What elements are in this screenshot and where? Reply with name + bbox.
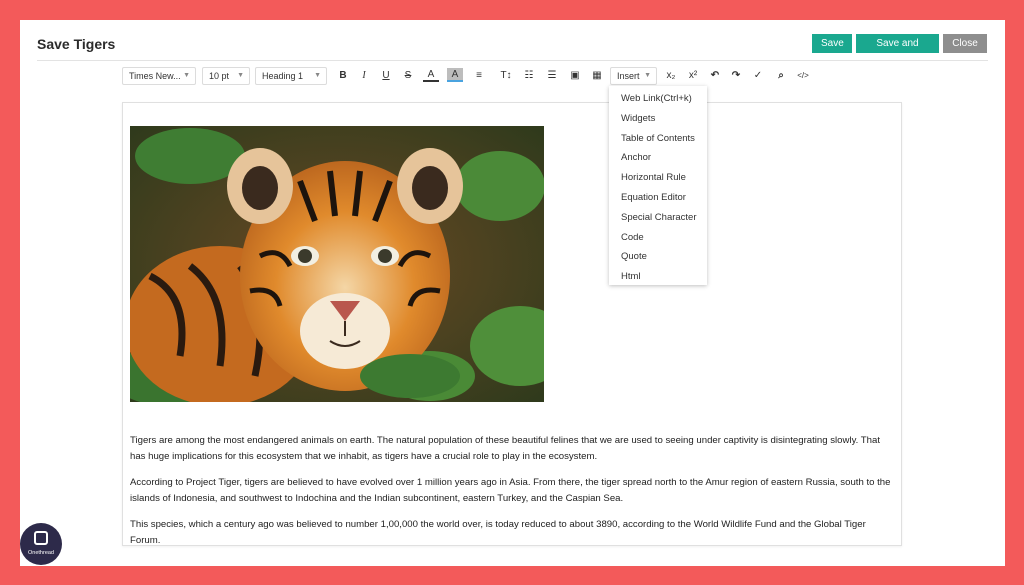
text-size-icon[interactable]: T↕ [498,68,514,84]
table-icon[interactable]: ▦ [589,68,605,84]
block-format-value: Heading 1 [262,71,304,81]
undo-icon[interactable]: ↶ [707,68,723,84]
menu-item-horizontal-rule[interactable]: Horizontal Rule [609,168,707,188]
menu-item-anchor[interactable]: Anchor [609,148,707,168]
bullet-list-icon[interactable]: ☰ [544,68,560,84]
paragraph-1: Tigers are among the most endangered ani… [130,435,881,462]
subscript-icon[interactable]: x₂ [663,68,679,84]
paragraph-3: This species, which a century ago was be… [130,519,866,546]
onethread-logo: Onethread [20,523,62,565]
logo-text: Onethread [28,550,54,556]
menu-item-web-link[interactable]: Web Link(Ctrl+k) [609,89,707,109]
menu-item-code[interactable]: Code [609,228,707,248]
italic-icon[interactable]: I [356,68,372,84]
font-color-icon[interactable]: A [423,68,439,82]
chevron-down-icon: ▼ [183,72,190,79]
font-family-select[interactable]: Times New... ▼ [122,67,196,85]
font-family-value: Times New... [129,71,181,81]
page-title: Save Tigers [37,36,116,52]
font-size-select[interactable]: 10 pt ▼ [202,67,250,85]
source-code-icon[interactable]: </> [795,68,811,84]
menu-item-table-of-contents[interactable]: Table of Contents [609,129,707,149]
highlight-color-icon[interactable]: A [447,68,463,82]
menu-item-widgets[interactable]: Widgets [609,109,707,129]
editor-dialog: Save Tigers Save Save and Close Close Ti… [20,20,1005,566]
ordered-list-icon[interactable]: ☷ [521,68,537,84]
spellcheck-icon[interactable]: ✓ [750,68,766,84]
find-icon[interactable]: ⌕ [773,68,789,84]
close-button[interactable]: Close [943,34,987,53]
underline-icon[interactable]: U [378,68,394,84]
strikethrough-icon[interactable]: S [400,68,416,84]
chevron-down-icon: ▼ [237,72,244,79]
editor-content-area[interactable]: Tigers are among the most endangered ani… [122,102,902,546]
redo-icon[interactable]: ↷ [728,68,744,84]
paragraph-2: According to Project Tiger, tigers are b… [130,477,891,504]
align-icon[interactable]: ≡ [471,68,487,84]
block-format-select[interactable]: Heading 1 ▼ [255,67,327,85]
insert-menu-button[interactable]: Insert ▼ [610,67,657,85]
chevron-down-icon: ▼ [314,72,321,79]
superscript-icon[interactable]: x² [685,68,701,84]
menu-item-special-character[interactable]: Special Character [609,208,707,228]
tiger-cub-image[interactable] [130,126,544,402]
header-divider [37,60,988,61]
insert-label: Insert [617,71,640,81]
save-and-close-button[interactable]: Save and Close [856,34,939,68]
menu-item-equation-editor[interactable]: Equation Editor [609,188,707,208]
font-size-value: 10 pt [209,71,230,81]
insert-dropdown-menu: Web Link(Ctrl+k) Widgets Table of Conten… [609,86,707,285]
tiger-cub-photo [130,126,544,402]
chevron-down-icon: ▼ [644,72,651,79]
bold-icon[interactable]: B [335,68,351,84]
image-icon[interactable]: ▣ [567,68,583,84]
menu-item-html[interactable]: Html [609,267,707,287]
formatting-toolbar: Times New... ▼ 10 pt ▼ Heading 1 ▼ B I U S … [122,67,822,87]
save-button[interactable]: Save [812,34,852,53]
logo-icon [34,531,48,545]
menu-item-quote[interactable]: Quote [609,247,707,267]
